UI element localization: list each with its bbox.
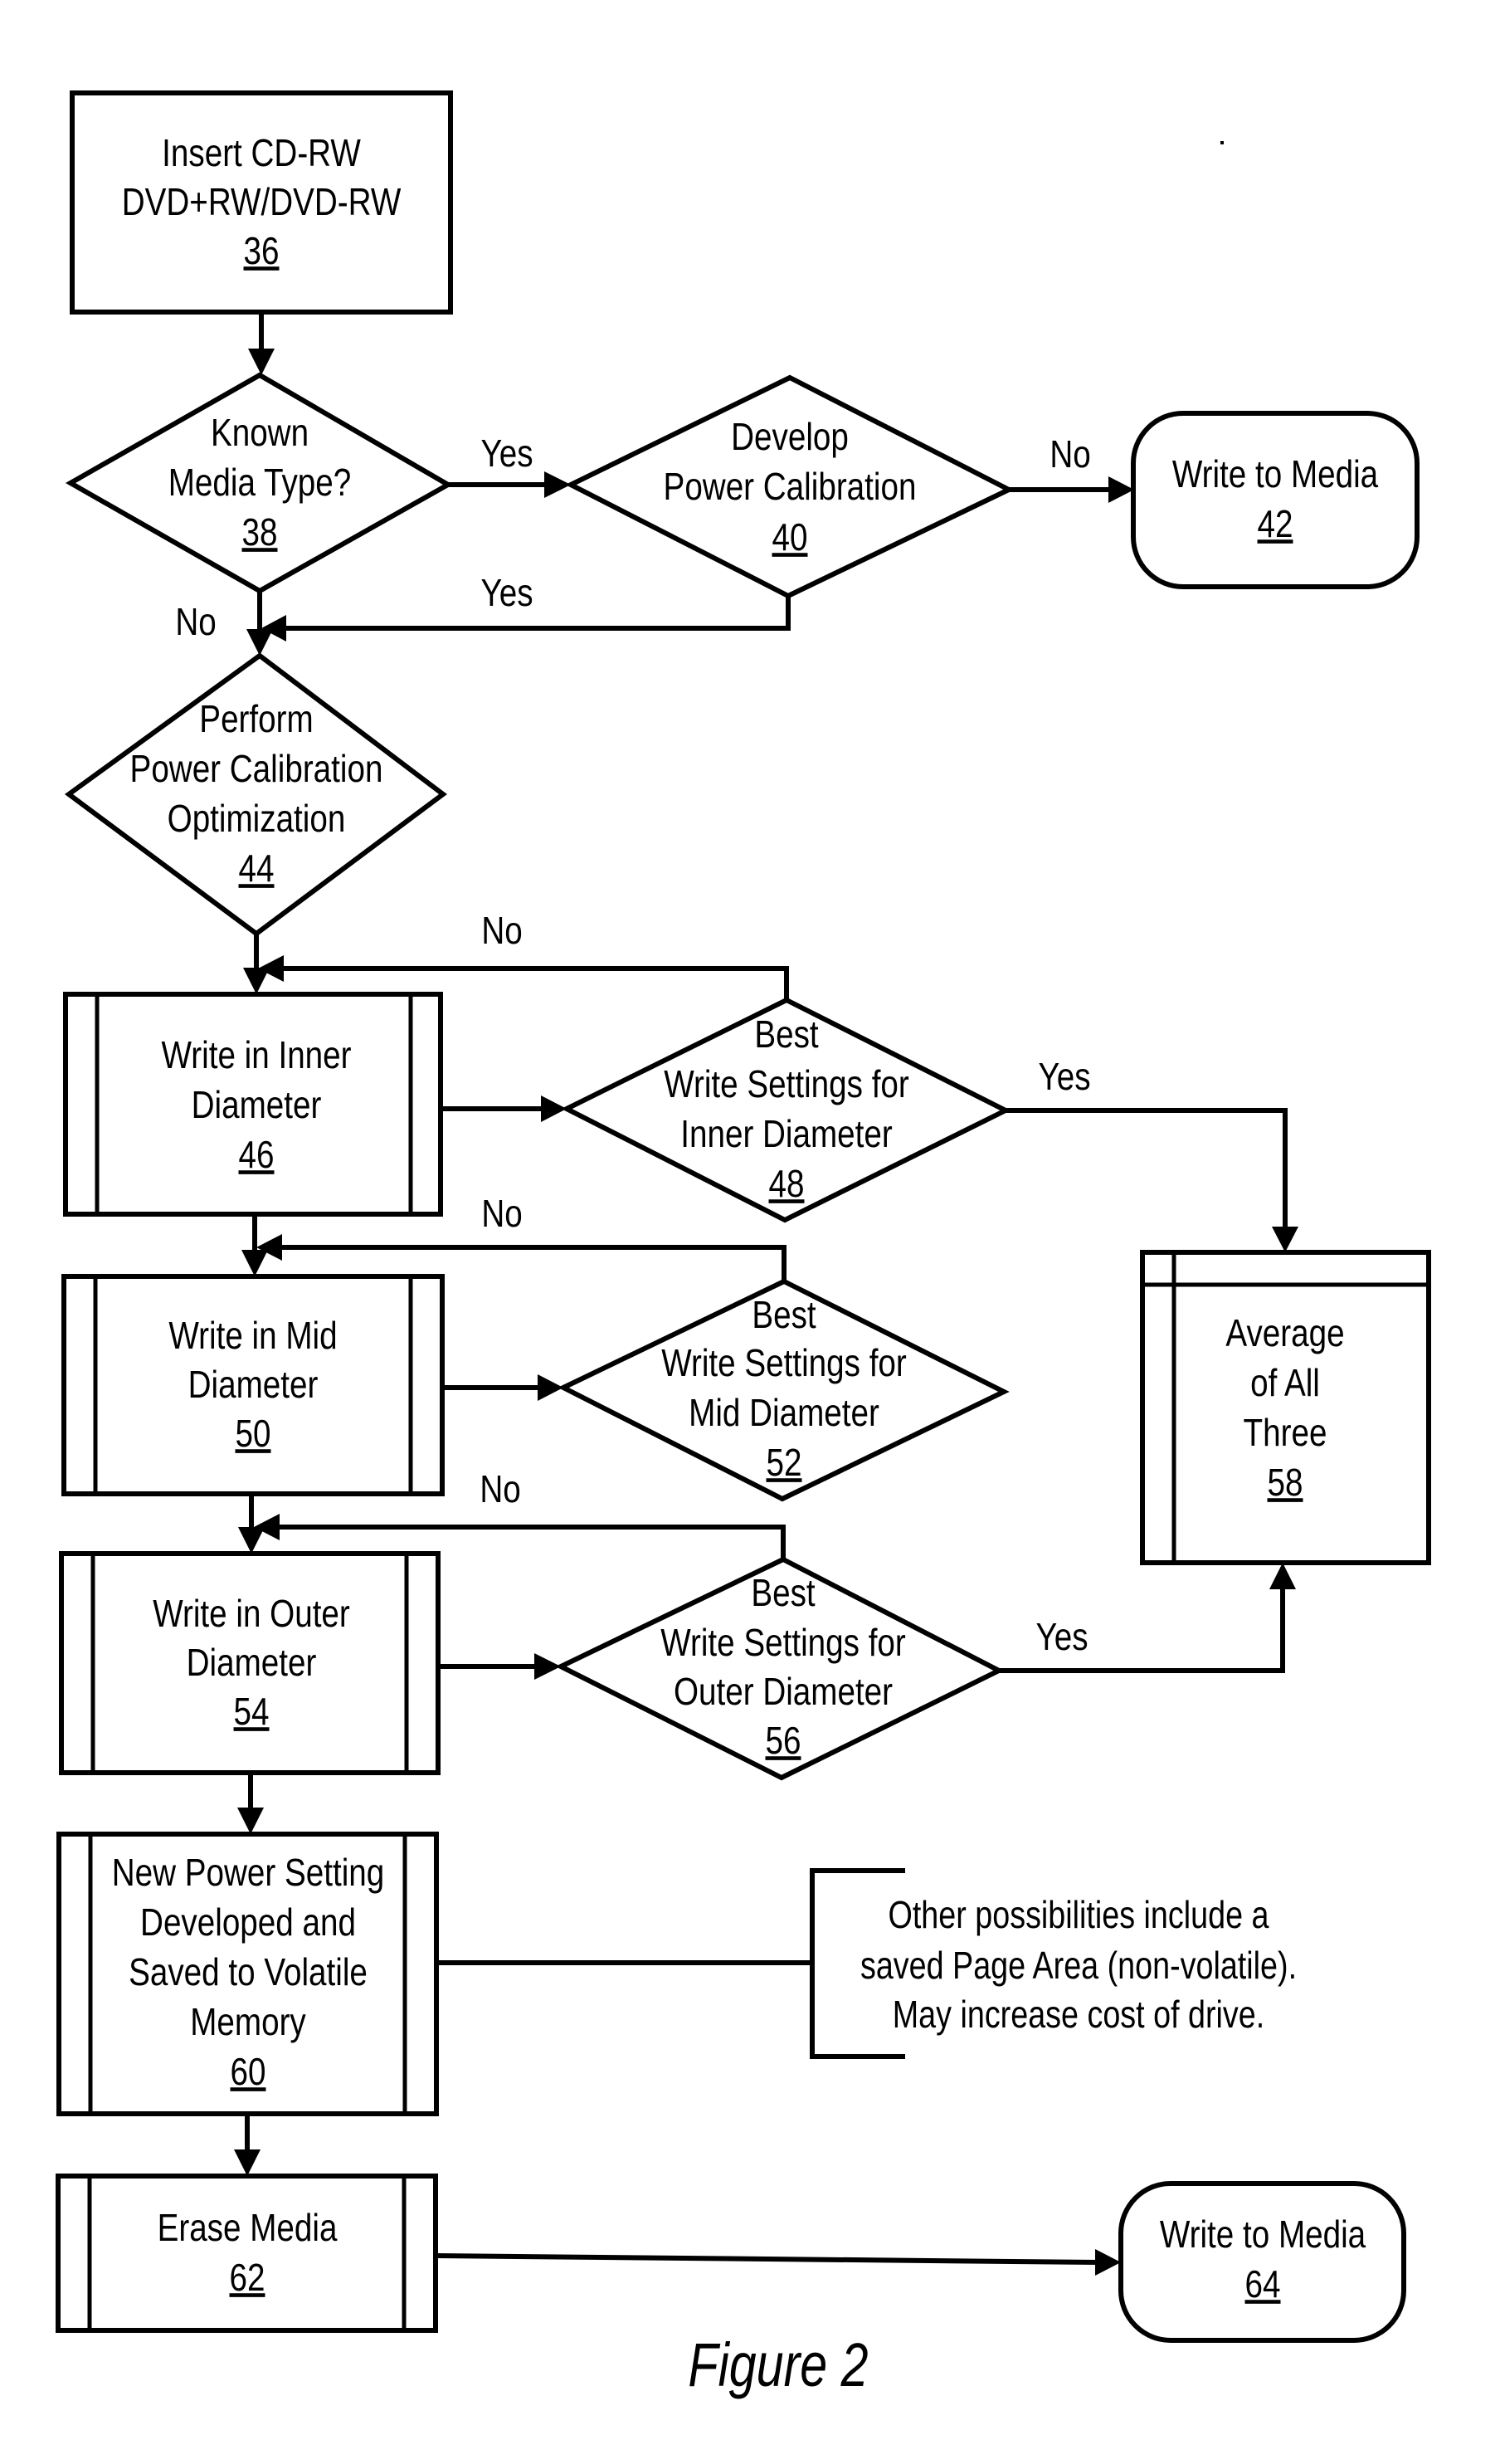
arrowhead-icon: [1269, 1563, 1296, 1589]
node-54-ref: 54: [234, 1691, 270, 1733]
node-56-line-1: Best: [751, 1572, 815, 1614]
node-58-line-2: of All: [1250, 1362, 1320, 1404]
node-52-line-1: Best: [752, 1294, 816, 1336]
node-44-line-3: Optimization: [168, 798, 346, 840]
node-50-ref: 50: [236, 1413, 271, 1455]
node-54-line-1: Write in Outer: [153, 1593, 350, 1635]
node-54-write-outer-diameter: Write in Outer Diameter 54: [59, 1551, 441, 1775]
arrowhead-icon: [238, 1527, 265, 1554]
node-58-average-of-all-three: Average of All Three 58: [1140, 1250, 1431, 1565]
node-50-line-1: Write in Mid: [168, 1315, 337, 1357]
node-48-ref: 48: [769, 1163, 805, 1205]
node-42-line-1: Write to Media: [1172, 453, 1379, 495]
node-60-line-2: Developed and: [140, 1901, 356, 1944]
node-36-line-1: Insert CD-RW: [162, 132, 361, 174]
arrowhead-icon: [241, 1250, 268, 1276]
node-44-line-1: Perform: [199, 698, 313, 740]
node-40-ref: 40: [772, 516, 808, 559]
node-46-ref: 46: [239, 1134, 275, 1176]
node-62-line-1: Erase Media: [158, 2207, 338, 2249]
edge-label-38-44: No: [175, 601, 216, 643]
node-52-ref: 52: [767, 1442, 802, 1484]
node-48-line-1: Best: [754, 1013, 818, 1056]
node-46-write-inner-diameter: Write in Inner Diameter 46: [63, 992, 443, 1217]
node-52-line-2: Write Settings for: [661, 1342, 907, 1384]
node-44-line-2: Power Calibration: [130, 748, 383, 790]
terminal-rounded-box: [1118, 2181, 1406, 2343]
node-48-line-3: Inner Diameter: [680, 1113, 893, 1155]
edge-label-40-44: Yes: [480, 572, 533, 614]
internal-storage-box: [1140, 1250, 1431, 1565]
node-58-ref: 58: [1268, 1461, 1303, 1504]
terminal-rounded-box: [1131, 411, 1420, 589]
node-42-write-to-media: Write to Media 42: [1131, 411, 1420, 589]
node-52-best-mid-settings: Best Write Settings for Mid Diameter 52: [558, 1278, 1010, 1502]
node-64-ref: 64: [1245, 2263, 1281, 2305]
node-50-write-mid-diameter: Write in Mid Diameter 50: [61, 1274, 445, 1496]
node-62-ref: 62: [230, 2257, 265, 2299]
node-60-ref: 60: [231, 2051, 266, 2093]
arrowhead-icon: [1108, 476, 1134, 503]
scan-speck: [1220, 141, 1224, 144]
arrowhead-icon: [1095, 2249, 1121, 2276]
node-48-best-inner-settings: Best Write Settings for Inner Diameter 4…: [561, 997, 1011, 1223]
edge-label-52-50: No: [481, 1193, 522, 1235]
node-58-line-1: Average: [1225, 1312, 1344, 1354]
node-56-line-2: Write Settings for: [660, 1622, 906, 1664]
node-60-line-4: Memory: [190, 2001, 306, 2043]
annotation-line-2: saved Page Area (non-volatile).: [860, 1944, 1297, 1986]
edge-label-56-54: No: [480, 1468, 520, 1510]
node-60-line-1: New Power Setting: [112, 1852, 385, 1894]
edge-40-44: [282, 596, 791, 631]
node-38-line-2: Media Type?: [168, 461, 351, 504]
edge-label-38-40: Yes: [480, 432, 533, 475]
edge-62-64: [435, 2253, 1098, 2265]
node-40-develop-power-calibration: Develop Power Calibration 40: [565, 374, 1015, 599]
edge-label-40-42: No: [1050, 433, 1090, 476]
node-46-line-1: Write in Inner: [161, 1034, 351, 1076]
node-40-line-1: Develop: [731, 416, 849, 458]
node-38-line-1: Known: [211, 412, 309, 454]
arrowhead-icon: [1272, 1227, 1298, 1252]
node-56-best-outer-settings: Best Write Settings for Outer Diameter 5…: [555, 1556, 1005, 1781]
figure-caption: Figure 2: [688, 2331, 868, 2400]
edge-label-48-58: Yes: [1038, 1056, 1090, 1098]
annotation-line-3: May increase cost of drive.: [893, 1993, 1264, 2035]
node-48-line-2: Write Settings for: [664, 1063, 909, 1105]
node-42-ref: 42: [1258, 503, 1293, 545]
flowchart-figure: Insert CD-RW DVD+RW/DVD-RW 36 Known Medi…: [56, 90, 1431, 2400]
annotation-note: Other possibilities include a saved Page…: [436, 1868, 1297, 2059]
node-60-line-3: Saved to Volatile: [129, 1951, 368, 1993]
node-58-line-3: Three: [1244, 1412, 1327, 1454]
node-36-insert-media: Insert CD-RW DVD+RW/DVD-RW 36: [70, 90, 453, 315]
node-52-line-3: Mid Diameter: [689, 1392, 879, 1434]
node-64-line-1: Write to Media: [1160, 2213, 1366, 2256]
node-46-line-2: Diameter: [192, 1084, 322, 1126]
edge-label-48-46: No: [481, 910, 522, 952]
annotation-line-1: Other possibilities include a: [889, 1893, 1270, 1935]
arrowhead-icon: [248, 349, 275, 375]
node-38-known-media-type: Known Media Type? 38: [65, 372, 454, 594]
arrowhead-icon: [234, 2149, 261, 2176]
node-50-line-2: Diameter: [188, 1364, 319, 1406]
node-44-ref: 44: [239, 847, 275, 890]
arrowhead-icon: [246, 629, 273, 656]
predefined-process-box: [56, 2174, 438, 2333]
edge-label-56-58: Yes: [1035, 1616, 1088, 1658]
node-44-perform-power-calibration-optimization: Perform Power Calibration Optimization 4…: [64, 652, 447, 937]
node-64-write-to-media: Write to Media 64: [1118, 2181, 1406, 2343]
arrowhead-icon: [237, 1808, 264, 1834]
node-38-ref: 38: [242, 511, 278, 554]
node-40-line-2: Power Calibration: [664, 466, 917, 508]
node-62-erase-media: Erase Media 62: [56, 2174, 438, 2333]
node-54-line-2: Diameter: [187, 1642, 317, 1684]
node-60-new-power-setting: New Power Setting Developed and Saved to…: [56, 1832, 439, 2116]
edge-48-58: [1006, 1108, 1288, 1230]
node-56-ref: 56: [766, 1720, 801, 1762]
node-56-line-3: Outer Diameter: [674, 1671, 893, 1713]
node-36-ref: 36: [244, 230, 280, 272]
node-36-line-2: DVD+RW/DVD-RW: [122, 181, 402, 223]
